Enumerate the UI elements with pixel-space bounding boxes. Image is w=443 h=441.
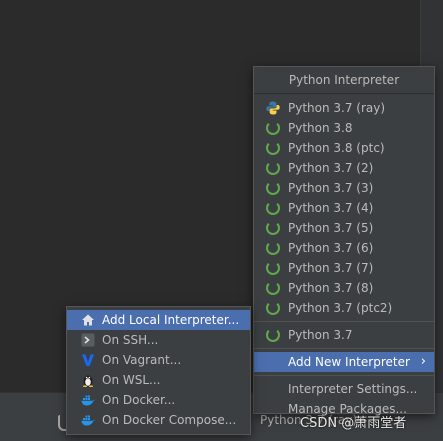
interpreter-item-python-3-7-ray[interactable]: Python 3.7 (ray) (254, 98, 434, 118)
add-docker-compose-interpreter-item[interactable]: On Docker Compose... (67, 410, 250, 430)
add-interpreter-submenu: Add Local Interpreter... On SSH... On Va… (66, 306, 251, 435)
interpreter-label: Python 3.7 (8) (288, 281, 374, 295)
submenu-item-label: On SSH... (102, 333, 159, 347)
interpreter-label: Python 3.7 (288, 328, 353, 342)
terminal-icon (81, 333, 95, 347)
vagrant-icon (82, 354, 94, 366)
add-wsl-interpreter-item[interactable]: On WSL... (67, 370, 250, 390)
home-icon (82, 314, 94, 326)
add-local-interpreter-item[interactable]: Add Local Interpreter... (67, 310, 250, 330)
interpreter-label: Python 3.8 (ptc) (288, 141, 385, 155)
interpreter-label: Python 3.7 (3) (288, 181, 374, 195)
watermark: CSDN @萧雨堂者 (300, 416, 407, 431)
interpreter-item-python-3-7-ptc2[interactable]: Python 3.7 (ptc2) (254, 298, 434, 318)
interpreter-item-python-3-7-3[interactable]: Python 3.7 (3) (254, 178, 434, 198)
submenu-item-label: On Docker Compose... (102, 413, 237, 427)
interpreter-label: Python 3.7 (2) (288, 161, 374, 175)
interpreter-label: Python 3.7 (7) (288, 261, 374, 275)
interpreter-item-python-3-7-7[interactable]: Python 3.7 (7) (254, 258, 434, 278)
menu-separator (254, 321, 434, 322)
interpreter-item-python-3-8[interactable]: Python 3.8 (254, 118, 434, 138)
loading-spinner-icon (266, 328, 280, 342)
interpreter-settings-item[interactable]: Interpreter Settings... (254, 379, 434, 399)
interpreter-item-python-3-8-ptc[interactable]: Python 3.8 (ptc) (254, 138, 434, 158)
chevron-right-icon: › (420, 354, 426, 369)
add-vagrant-interpreter-item[interactable]: On Vagrant... (67, 350, 250, 370)
interpreter-settings-label: Interpreter Settings... (288, 382, 418, 396)
interpreter-label: Python 3.7 (4) (288, 201, 374, 215)
interpreter-item-python-3-7-6[interactable]: Python 3.7 (6) (254, 238, 434, 258)
interpreter-label: Python 3.7 (5) (288, 221, 374, 235)
popup-title: Python Interpreter (254, 67, 434, 94)
docker-icon (81, 415, 95, 426)
interpreter-label: Python 3.7 (ray) (288, 101, 386, 115)
menu-separator (254, 375, 434, 376)
loading-spinner-icon (266, 141, 280, 155)
docker-icon (81, 395, 95, 406)
loading-spinner-icon (266, 161, 280, 175)
submenu-item-label: On Vagrant... (102, 353, 182, 367)
interpreter-label: Python 3.7 (ptc2) (288, 301, 393, 315)
linux-penguin-icon (83, 375, 93, 387)
submenu-item-label: On WSL... (102, 373, 161, 387)
python-logo-icon (266, 101, 280, 115)
interpreter-item-python-3-7-5[interactable]: Python 3.7 (5) (254, 218, 434, 238)
submenu-item-label: On Docker... (102, 393, 176, 407)
python-interpreter-popup: Python Interpreter Python 3.7 (ray) Pyth… (253, 66, 435, 416)
interpreter-label: Python 3.8 (288, 121, 353, 135)
interpreter-item-python-3-7-4[interactable]: Python 3.7 (4) (254, 198, 434, 218)
loading-spinner-icon (266, 281, 280, 295)
loading-spinner-icon (266, 181, 280, 195)
add-ssh-interpreter-item[interactable]: On SSH... (67, 330, 250, 350)
loading-spinner-icon (266, 221, 280, 235)
interpreter-item-python-3-7-8[interactable]: Python 3.7 (8) (254, 278, 434, 298)
add-docker-interpreter-item[interactable]: On Docker... (67, 390, 250, 410)
interpreter-label: Python 3.7 (6) (288, 241, 374, 255)
interpreter-item-python-3-7-2[interactable]: Python 3.7 (2) (254, 158, 434, 178)
add-new-interpreter-label: Add New Interpreter (288, 355, 410, 369)
loading-spinner-icon (266, 261, 280, 275)
loading-spinner-icon (266, 301, 280, 315)
loading-spinner-icon (266, 241, 280, 255)
interpreter-item-python-3-7[interactable]: Python 3.7 (254, 325, 434, 345)
loading-spinner-icon (266, 121, 280, 135)
menu-separator (254, 348, 434, 349)
add-new-interpreter-item[interactable]: Add New Interpreter › (254, 352, 434, 372)
loading-spinner-icon (266, 201, 280, 215)
submenu-item-label: Add Local Interpreter... (102, 313, 240, 327)
